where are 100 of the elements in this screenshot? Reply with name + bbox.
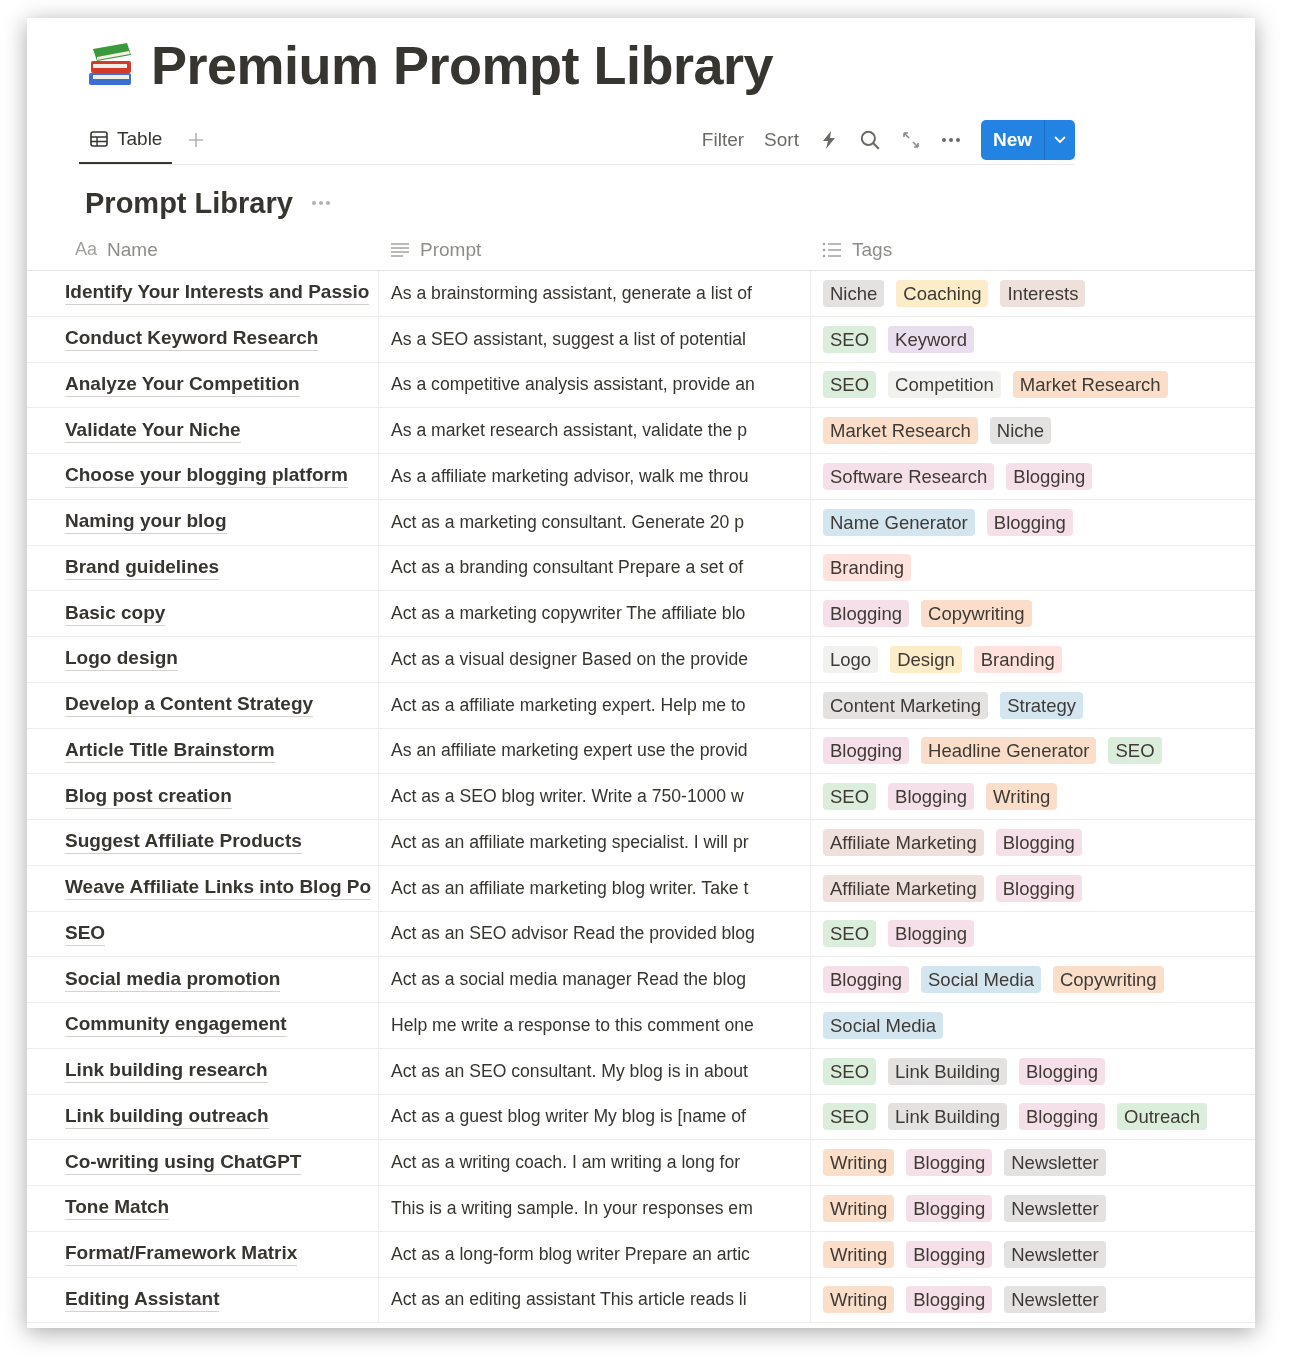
row-title-link[interactable]: Logo design	[65, 647, 178, 672]
tag: Blogging	[995, 874, 1082, 902]
tag: SEO	[823, 325, 877, 353]
expand-icon[interactable]	[900, 130, 921, 150]
row-title-link[interactable]: Link building research	[65, 1059, 268, 1083]
row-title-link[interactable]: Format/Framework Matrix	[65, 1242, 298, 1266]
table-cell: Act as a marketing consultant. Generate 20 p	[391, 511, 745, 533]
tag: Affiliate Marketing	[823, 874, 984, 902]
row-title-link[interactable]: Basic copy	[65, 601, 166, 626]
table-icon	[89, 129, 109, 149]
table-cell: Act as an affiliate marketing blog writer. Take t	[391, 877, 749, 899]
tag: Blogging	[906, 1149, 993, 1177]
row-title-link[interactable]: Conduct Keyword Research	[65, 327, 319, 351]
row-title-link[interactable]: Co-writing using ChatGPT	[65, 1150, 302, 1175]
tag: SEO	[823, 371, 877, 399]
table-cell: Act as an SEO consultant. My blog is in about	[391, 1060, 748, 1082]
new-button[interactable]: New	[980, 120, 1044, 160]
tag: Blogging	[906, 1194, 993, 1222]
search-icon[interactable]	[858, 129, 881, 151]
table-cell: Act as a SEO blog writer. Write a 750-1000 w	[391, 786, 744, 808]
row-title-link[interactable]: Tone Match	[65, 1196, 170, 1221]
sort-button[interactable]: Sort	[764, 129, 799, 151]
tag: Blogging	[823, 600, 909, 628]
row-title-link[interactable]: Identify Your Interests and Passio	[65, 281, 370, 306]
tag: Content Marketing	[823, 691, 989, 719]
tag: Blogging	[906, 1240, 993, 1268]
column-title: Tags	[852, 238, 893, 261]
row-title-link[interactable]: Naming your blog	[65, 510, 227, 534]
page-title: Premium Prompt Library	[151, 34, 774, 96]
tag: Blogging	[1019, 1103, 1105, 1131]
table-cell: As a market research assistant, validate the p	[391, 420, 747, 442]
row-title-link[interactable]: Article Title Brainstorm	[65, 738, 275, 763]
tag: Writing	[823, 1194, 895, 1222]
tag: Blogging	[823, 966, 909, 994]
tag: Software Research	[823, 462, 995, 490]
tag: Blogging	[888, 783, 975, 811]
row-title-link[interactable]: Analyze Your Competition	[65, 372, 300, 397]
table-cell: Act as a guest blog writer My blog is [name of	[391, 1106, 746, 1128]
table-cell: This is a writing sample. In your responses em	[391, 1197, 753, 1219]
row-title-link[interactable]: Link building outreach	[65, 1104, 269, 1129]
row-title-link[interactable]: Editing Assistant	[65, 1287, 220, 1312]
table-cell: Act as a affiliate marketing expert. Help me to	[391, 694, 746, 716]
tag: Interests	[1000, 279, 1086, 307]
view-tab[interactable]: Table	[79, 116, 173, 164]
column-title: Prompt	[420, 238, 482, 261]
row-title-link[interactable]: Choose your blogging platform	[65, 464, 348, 489]
column-title: Name	[107, 238, 158, 261]
table-cell: Act as a visual designer Based on the provide	[391, 648, 748, 670]
row-title-link[interactable]: Social media promotion	[65, 967, 281, 992]
tag: Social Media	[823, 1011, 943, 1039]
table-cell: As a affiliate marketing advisor, walk me throu	[391, 465, 749, 487]
tag: SEO	[1108, 737, 1162, 765]
row-title-link[interactable]: Validate Your Niche	[65, 418, 241, 443]
text-lines-icon	[390, 241, 410, 258]
tag: Social Media	[921, 966, 1041, 994]
tag: Writing	[823, 1286, 895, 1314]
tag: Newsletter	[1004, 1194, 1106, 1222]
row-title-link[interactable]: Develop a Content Strategy	[65, 693, 314, 717]
tag: Headline Generator	[921, 737, 1097, 765]
table-cell: As an affiliate marketing expert use the provid	[391, 740, 748, 762]
list-icon	[822, 241, 842, 258]
tag: Link Building	[888, 1057, 1007, 1085]
table-cell: Act as a writing coach. I am writing a long for	[391, 1152, 741, 1174]
tag: Writing	[823, 1240, 895, 1268]
row-title-link[interactable]: Community engagement	[65, 1013, 287, 1038]
tag: Link Building	[888, 1103, 1007, 1131]
row-title-link[interactable]: Suggest Affiliate Products	[65, 830, 302, 855]
row-title-link[interactable]: Brand guidelines	[65, 555, 220, 580]
table-cell: As a competitive analysis assistant, provide an	[391, 374, 755, 396]
tag: Copywriting	[921, 600, 1032, 628]
text-type-icon: Aa	[75, 239, 98, 260]
tag: SEO	[823, 1057, 877, 1085]
filter-button[interactable]: Filter	[701, 129, 745, 151]
new-dropdown-button[interactable]	[1044, 120, 1075, 160]
tag: Blogging	[823, 737, 909, 765]
more-icon[interactable]	[940, 137, 961, 143]
tag: Blogging	[986, 508, 1073, 536]
table-cell: As a brainstorming assistant, generate a list of	[391, 282, 752, 304]
table-cell: Act as a marketing copywriter The affiliate blo	[391, 603, 746, 625]
table-cell: Act as a long-form blog writer Prepare an artic	[391, 1243, 750, 1265]
tag: Writing	[823, 1149, 895, 1177]
table-cell: Act as a social media manager Read the blog	[391, 969, 746, 991]
tag: Niche	[823, 279, 885, 307]
tag: Blogging	[1006, 462, 1093, 490]
tag: Market Research	[823, 417, 978, 445]
row-title-link[interactable]: SEO	[65, 921, 106, 946]
tag: Branding	[823, 554, 912, 582]
table-cell: Act as an editing assistant This article reads li	[391, 1289, 747, 1311]
tag: Blogging	[906, 1286, 993, 1314]
tag: Newsletter	[1004, 1240, 1106, 1268]
tag: Affiliate Marketing	[823, 828, 984, 856]
tag: Newsletter	[1004, 1149, 1106, 1177]
tag: Coaching	[896, 279, 989, 307]
row-title-link[interactable]: Weave Affiliate Links into Blog Po	[65, 876, 372, 900]
tag: Keyword	[888, 325, 975, 353]
tag: SEO	[823, 783, 877, 811]
row-title-link[interactable]: Blog post creation	[65, 784, 232, 809]
table-cell: Act as a branding consultant Prepare a set of	[391, 557, 744, 579]
tag: Branding	[973, 645, 1062, 673]
tag: Blogging	[995, 828, 1082, 856]
